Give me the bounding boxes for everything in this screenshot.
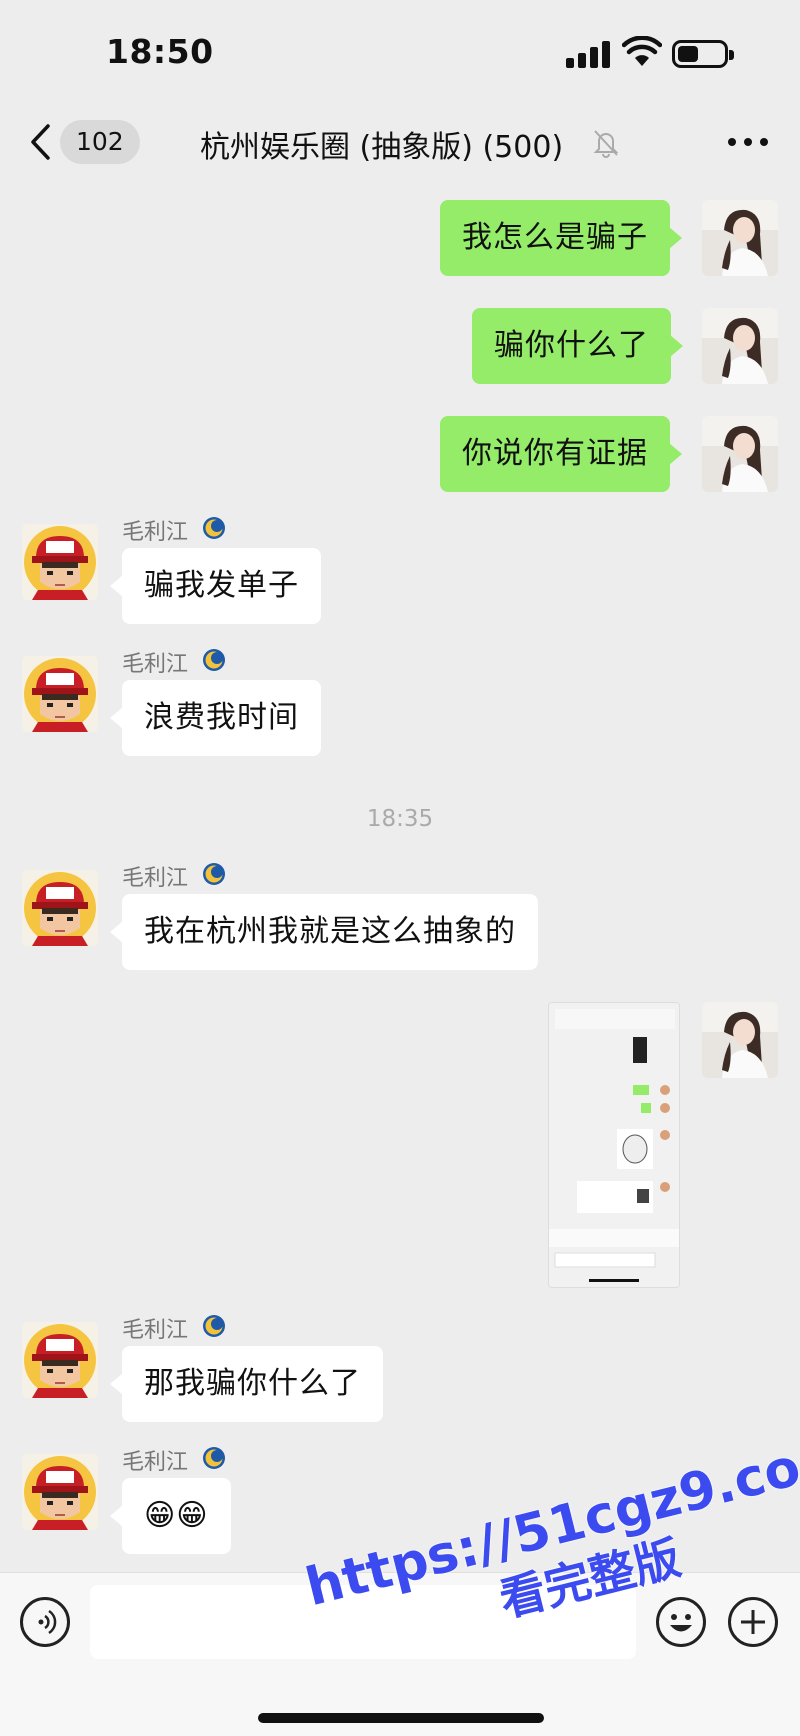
my-avatar[interactable] bbox=[702, 1002, 778, 1078]
outgoing-message[interactable]: 你说你有证据 bbox=[440, 416, 682, 492]
sender-avatar[interactable] bbox=[22, 1322, 98, 1398]
status-bar: 18:50 bbox=[0, 0, 800, 100]
sender-name: 毛利江 bbox=[122, 866, 189, 891]
image-message[interactable] bbox=[548, 1002, 680, 1288]
emoji-icon[interactable] bbox=[656, 1597, 706, 1647]
outgoing-message[interactable]: 骗你什么了 bbox=[472, 308, 683, 384]
my-avatar[interactable] bbox=[702, 200, 778, 276]
bell-off-icon bbox=[593, 130, 619, 158]
moon-badge-icon bbox=[202, 1314, 226, 1338]
signal-icon bbox=[566, 40, 610, 68]
sender-avatar[interactable] bbox=[22, 870, 98, 946]
moon-badge-icon bbox=[202, 516, 226, 540]
sender-avatar[interactable] bbox=[22, 1454, 98, 1530]
incoming-message[interactable]: 😁😁 bbox=[110, 1478, 231, 1554]
chat-header: 102 杭州娱乐圈 (抽象版) (500) bbox=[0, 100, 800, 184]
sender-name: 毛利江 bbox=[122, 1450, 189, 1475]
moon-badge-icon bbox=[202, 648, 226, 672]
sender-name: 毛利江 bbox=[122, 652, 189, 677]
my-avatar[interactable] bbox=[702, 416, 778, 492]
outgoing-message[interactable]: 我怎么是骗子 bbox=[440, 200, 682, 276]
status-time: 18:50 bbox=[106, 32, 214, 71]
home-indicator bbox=[258, 1713, 544, 1723]
chat-title: 杭州娱乐圈 (抽象版) (500) bbox=[200, 130, 564, 165]
timestamp: 18:35 bbox=[366, 806, 434, 832]
voice-icon[interactable] bbox=[20, 1597, 70, 1647]
incoming-message[interactable]: 那我骗你什么了 bbox=[110, 1346, 383, 1422]
more-dots-icon[interactable] bbox=[728, 138, 768, 148]
moon-badge-icon bbox=[202, 1446, 226, 1470]
wifi-icon bbox=[622, 36, 662, 66]
unread-count-badge[interactable]: 102 bbox=[60, 120, 140, 164]
sender-avatar[interactable] bbox=[22, 656, 98, 732]
my-avatar[interactable] bbox=[702, 308, 778, 384]
incoming-message[interactable]: 浪费我时间 bbox=[110, 680, 321, 756]
sender-name: 毛利江 bbox=[122, 520, 189, 545]
moon-badge-icon bbox=[202, 862, 226, 886]
chevron-left-icon[interactable] bbox=[26, 122, 56, 162]
sender-name: 毛利江 bbox=[122, 1318, 189, 1343]
incoming-message[interactable]: 我在杭州我就是这么抽象的 bbox=[110, 894, 538, 970]
incoming-message[interactable]: 骗我发单子 bbox=[110, 548, 321, 624]
sender-avatar[interactable] bbox=[22, 524, 98, 600]
plus-icon[interactable] bbox=[728, 1597, 778, 1647]
battery-icon bbox=[672, 40, 734, 68]
